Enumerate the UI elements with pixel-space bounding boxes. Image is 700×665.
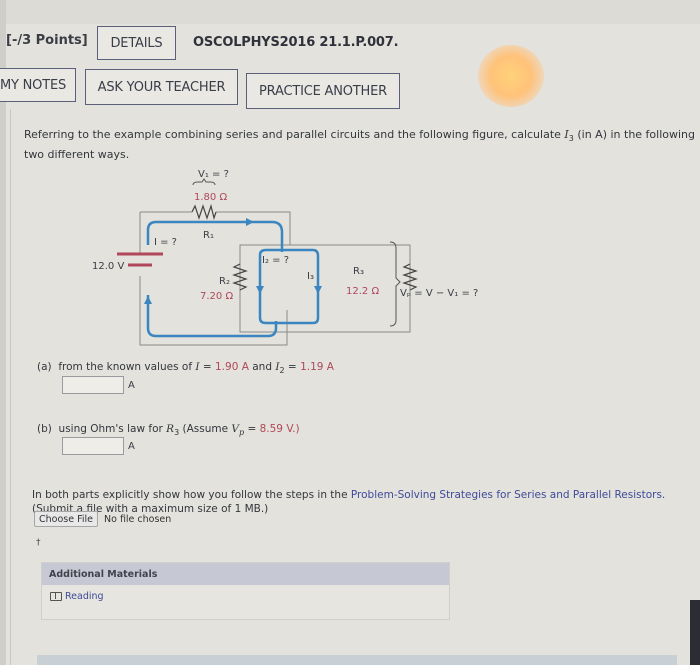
part-b-unit: A: [128, 441, 135, 452]
reading-label[interactable]: Reading: [65, 591, 104, 602]
instructions-text: In both parts explicitly show how you fo…: [32, 489, 351, 501]
part-b-r-var: R: [166, 423, 175, 435]
vp-label: Vₚ = V − V₁ = ?: [400, 288, 478, 299]
part-a-answer-input[interactable]: [62, 376, 124, 394]
book-icon: [50, 592, 62, 601]
footnote-dagger: †: [36, 538, 41, 548]
part-a-prompt: (a) from the known values of I = 1.90 A …: [37, 361, 334, 375]
my-notes-button[interactable]: MY NOTES: [0, 68, 76, 102]
part-b-prompt: (b) using Ohm's law for R3 (Assume Vp = …: [37, 423, 300, 437]
choose-file-button[interactable]: Choose File: [34, 511, 98, 527]
part-b-prefix: (b): [37, 423, 52, 435]
light-glare: [478, 45, 544, 107]
strategies-link[interactable]: Problem-Solving Strategies for Series an…: [351, 489, 665, 501]
arrow-left: [144, 296, 152, 304]
r3-value: 12.2 Ω: [346, 286, 379, 297]
part-a-unit: A: [128, 380, 135, 391]
file-status: No file chosen: [104, 514, 172, 525]
part-b-v-var: V: [231, 423, 239, 435]
screen-edge: [690, 600, 700, 665]
details-button[interactable]: DETAILS: [97, 26, 176, 60]
part-a-prefix: (a): [37, 361, 52, 373]
r2-label: R₂: [219, 276, 230, 287]
part-a-text: from the known values of: [58, 361, 196, 373]
part-a-i2-value: 1.19 A: [300, 361, 334, 373]
part-b-v-value: 8.59 V.): [259, 423, 300, 435]
battery-label: 12.0 V: [92, 261, 124, 272]
arrow-r1: [246, 218, 254, 226]
r2-value: 7.20 Ω: [200, 291, 233, 302]
part-b-eq: =: [244, 423, 260, 435]
part-a-eq2: =: [284, 361, 301, 373]
points-label: [-/3 Points]: [6, 33, 88, 48]
v1-label: V₁ = ?: [198, 169, 229, 180]
page-top-band: [0, 0, 700, 24]
next-question-bar: [37, 655, 677, 665]
prompt-text: Referring to the example combining serie…: [24, 128, 565, 141]
ask-teacher-button[interactable]: ASK YOUR TEACHER: [85, 69, 238, 105]
r1-resistor: [191, 203, 217, 221]
i2-label: I₂ = ?: [262, 255, 289, 266]
arrow-i3: [314, 286, 322, 294]
part-a-i-value: 1.90 A: [215, 361, 249, 373]
part-b-assume: (Assume: [179, 423, 232, 435]
problem-id: OSCOLPHYS2016 21.1.P.007.: [193, 35, 399, 50]
r1-value: 1.80 Ω: [194, 192, 227, 203]
practice-another-button[interactable]: PRACTICE ANOTHER: [246, 73, 400, 109]
circuit-diagram: V₁ = ? 1.80 Ω R₁ I = ? 12.0 V I₂ = ? R₂ …: [92, 169, 478, 346]
i-label: I = ?: [154, 237, 177, 248]
vp-bracket: [389, 241, 401, 327]
part-a-and: and: [248, 361, 276, 373]
part-a-eq: =: [199, 361, 215, 373]
r3-label: R₃: [353, 266, 364, 277]
part-b-text: using Ohm's law for: [58, 423, 167, 435]
materials-title: Additional Materials: [42, 563, 449, 585]
arrow-i2: [256, 286, 264, 294]
r1-label: R₁: [203, 230, 214, 241]
part-b-answer-input[interactable]: [62, 437, 124, 455]
question-prompt: Referring to the example combining serie…: [24, 127, 700, 163]
additional-materials: Additional Materials Reading: [41, 562, 450, 620]
upload-instructions: In both parts explicitly show how you fo…: [32, 488, 692, 516]
i3-label: I₃: [307, 271, 314, 282]
reading-link[interactable]: Reading: [42, 585, 449, 602]
